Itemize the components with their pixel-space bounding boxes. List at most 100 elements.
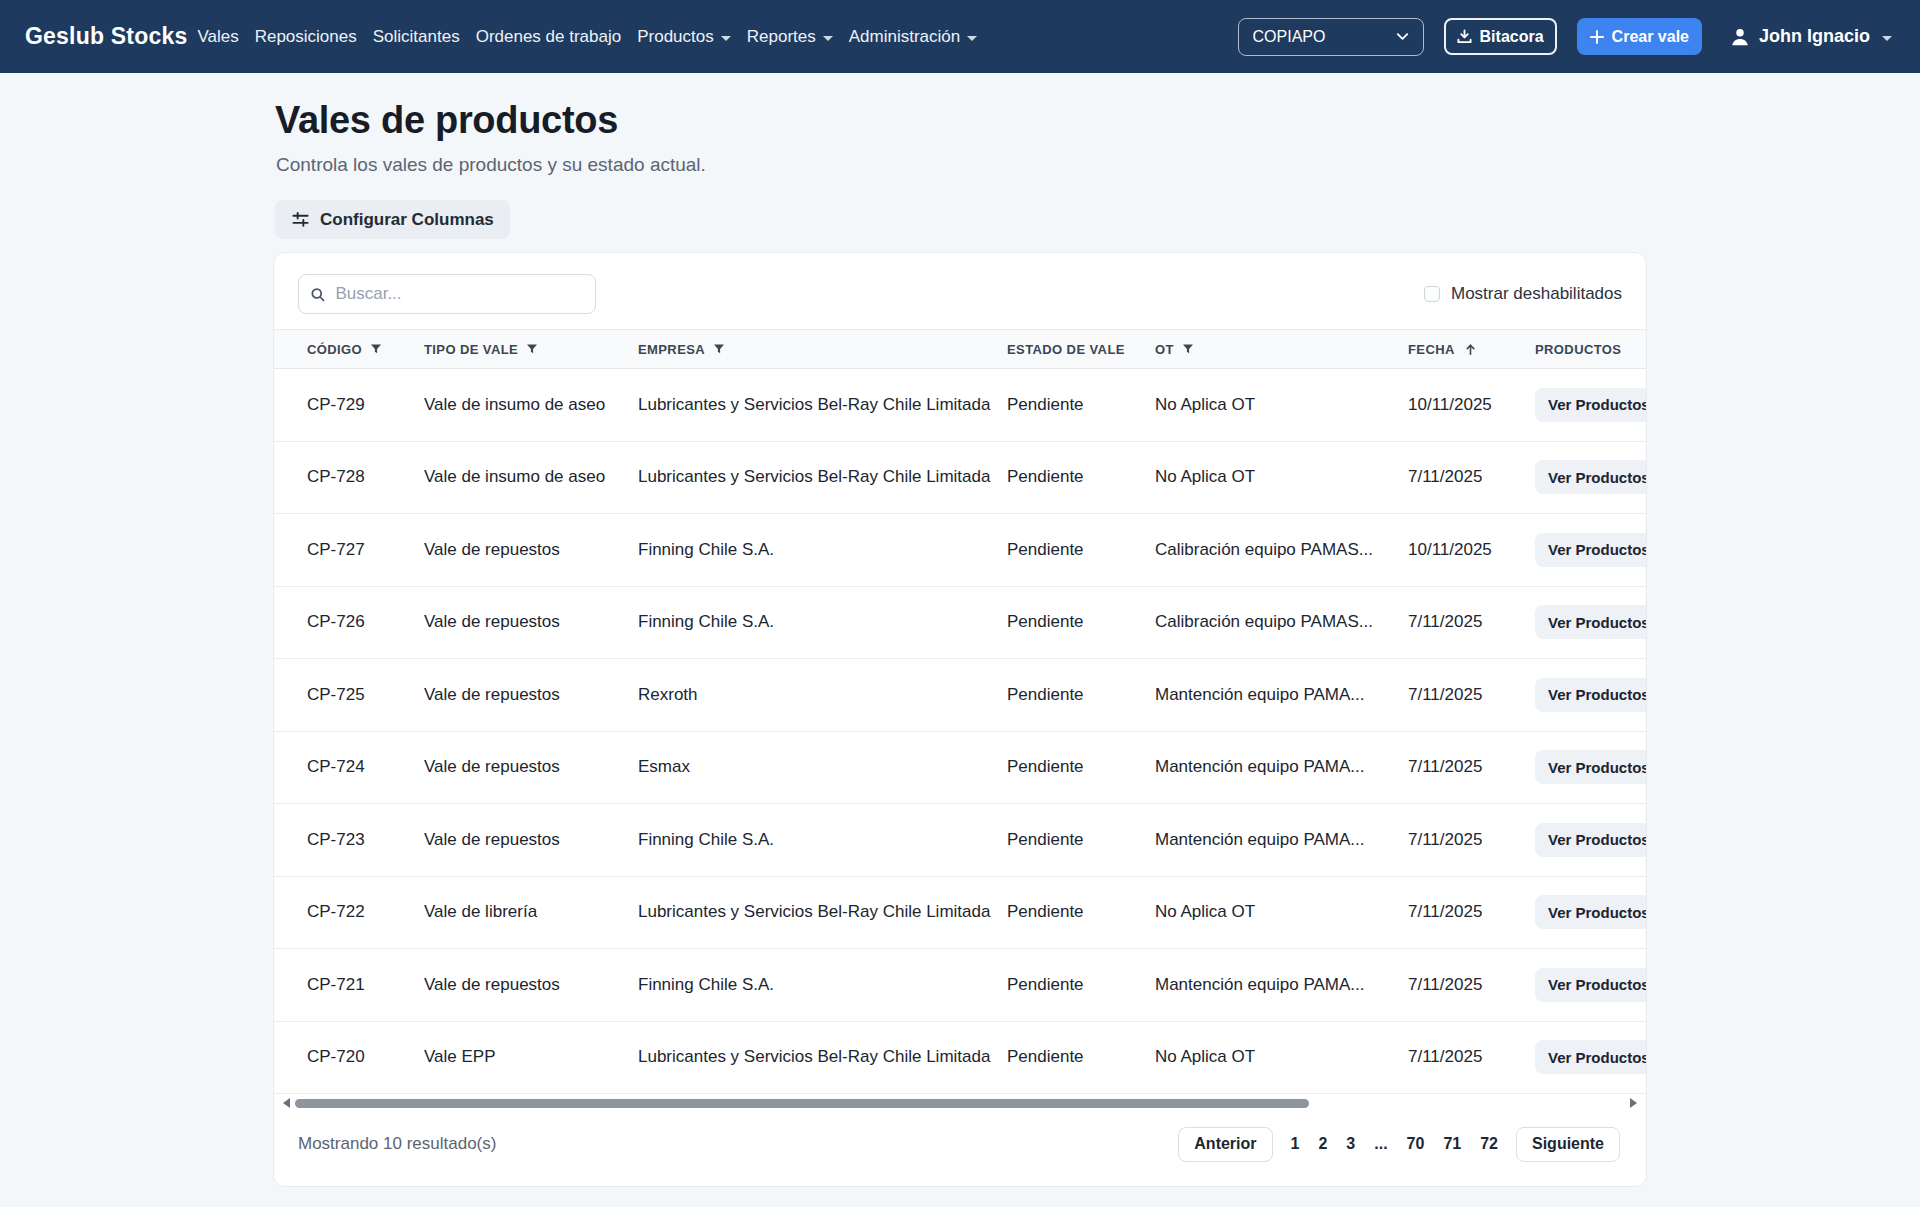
configure-columns-button[interactable]: Configurar Columnas [275, 200, 510, 239]
ver-productos-button[interactable]: Ver Productos [1535, 895, 1647, 929]
sliders-icon [291, 210, 310, 229]
nav-item[interactable]: Reportes [743, 27, 837, 47]
show-disabled-checkbox[interactable] [1424, 286, 1440, 302]
page-number[interactable]: 1 [1291, 1135, 1300, 1153]
nav-item[interactable]: Vales [193, 27, 242, 47]
table-wrap: CÓDIGO TIPO DE VALE [274, 329, 1646, 1094]
cell-tipo-de-vale: Vale de repuestos [412, 804, 626, 877]
search-input[interactable] [335, 284, 584, 304]
user-menu[interactable]: John Ignacio [1730, 26, 1892, 47]
cell-tipo-de-vale: Vale de repuestos [412, 586, 626, 659]
next-page-button[interactable]: Siguiente [1516, 1127, 1620, 1162]
cell-empresa: Lubricantes y Servicios Bel-Ray Chile Li… [626, 369, 995, 442]
cell-empresa: Esmax [626, 731, 995, 804]
filter-icon[interactable] [371, 344, 381, 354]
search-box [298, 274, 596, 314]
column-header[interactable]: CÓDIGO [274, 330, 412, 369]
table-row: CP-724 Vale de repuestos Esmax Pendiente… [274, 731, 1647, 804]
page-number[interactable]: 70 [1407, 1135, 1425, 1153]
cell-estado: Pendiente [995, 586, 1143, 659]
cell-productos: Ver Productos [1523, 586, 1647, 659]
cell-fecha: 7/11/2025 [1396, 876, 1523, 949]
column-header[interactable]: EMPRESA [626, 330, 995, 369]
cell-tipo-de-vale: Vale de repuestos [412, 949, 626, 1022]
ver-productos-button[interactable]: Ver Productos [1535, 750, 1647, 784]
cell-fecha: 7/11/2025 [1396, 659, 1523, 732]
previous-page-button[interactable]: Anterior [1178, 1127, 1272, 1162]
caret-down-icon [823, 36, 833, 41]
brand-logo[interactable]: Geslub Stocks [25, 23, 187, 50]
ver-productos-button[interactable]: Ver Productos [1535, 388, 1647, 422]
cell-empresa: Finning Chile S.A. [626, 949, 995, 1022]
cell-fecha: 7/11/2025 [1396, 441, 1523, 514]
nav-item[interactable]: Solicitantes [369, 27, 464, 47]
ver-productos-button[interactable]: Ver Productos [1535, 1040, 1647, 1074]
cell-empresa: Finning Chile S.A. [626, 514, 995, 587]
table-row: CP-723 Vale de repuestos Finning Chile S… [274, 804, 1647, 877]
filter-icon[interactable] [527, 344, 537, 354]
page-title: Vales de productos [275, 99, 1647, 142]
column-header[interactable]: FECHA [1396, 330, 1523, 369]
cell-ot: Mantención equipo PAMA... [1143, 731, 1396, 804]
page-number[interactable]: 72 [1480, 1135, 1498, 1153]
cell-estado: Pendiente [995, 441, 1143, 514]
cell-ot: No Aplica OT [1143, 441, 1396, 514]
main-content: Vales de productos Controla los vales de… [273, 99, 1647, 1187]
column-header[interactable]: TIPO DE VALE [412, 330, 626, 369]
cell-codigo: CP-725 [274, 659, 412, 732]
column-header[interactable]: OT [1143, 330, 1396, 369]
cell-productos: Ver Productos [1523, 441, 1647, 514]
cell-productos: Ver Productos [1523, 804, 1647, 877]
table-row: CP-725 Vale de repuestos Rexroth Pendien… [274, 659, 1647, 732]
download-icon [1457, 29, 1472, 44]
scrollbar-track[interactable] [295, 1099, 1625, 1108]
ver-productos-button[interactable]: Ver Productos [1535, 823, 1647, 857]
cell-codigo: CP-728 [274, 441, 412, 514]
filter-icon[interactable] [1183, 344, 1193, 354]
cell-ot: Mantención equipo PAMA... [1143, 804, 1396, 877]
crear-vale-button[interactable]: Crear vale [1577, 18, 1702, 55]
column-header[interactable]: PRODUCTOS [1523, 330, 1647, 369]
scroll-left-icon[interactable] [283, 1098, 290, 1108]
column-header[interactable]: ESTADO DE VALE [995, 330, 1143, 369]
cell-ot: No Aplica OT [1143, 1021, 1396, 1094]
show-disabled-toggle: Mostrar deshabilitados [1424, 284, 1622, 304]
cell-ot: Mantención equipo PAMA... [1143, 949, 1396, 1022]
cell-codigo: CP-720 [274, 1021, 412, 1094]
ver-productos-button[interactable]: Ver Productos [1535, 533, 1647, 567]
nav-item[interactable]: Administración [845, 27, 982, 47]
ver-productos-button[interactable]: Ver Productos [1535, 968, 1647, 1002]
ver-productos-button[interactable]: Ver Productos [1535, 605, 1647, 639]
cell-fecha: 7/11/2025 [1396, 949, 1523, 1022]
search-icon [310, 286, 325, 303]
nav-item[interactable]: Ordenes de trabajo [472, 27, 626, 47]
nav-links: Vales Reposiciones Solicitantes Ordenes … [189, 27, 985, 47]
nav-item[interactable]: Productos [633, 27, 735, 47]
table-toolbar: Mostrar deshabilitados [274, 253, 1646, 314]
cell-estado: Pendiente [995, 876, 1143, 949]
scroll-right-icon[interactable] [1630, 1098, 1637, 1108]
page-number[interactable]: 3 [1346, 1135, 1355, 1153]
page-number[interactable]: ... [1374, 1135, 1387, 1153]
bitacora-button[interactable]: Bitacora [1444, 18, 1557, 55]
cell-productos: Ver Productos [1523, 659, 1647, 732]
scrollbar-thumb[interactable] [295, 1099, 1309, 1108]
sort-asc-icon[interactable] [1464, 343, 1477, 356]
caret-down-icon [1882, 36, 1892, 41]
cell-empresa: Finning Chile S.A. [626, 804, 995, 877]
cell-estado: Pendiente [995, 731, 1143, 804]
filter-icon[interactable] [714, 344, 724, 354]
table-row: CP-720 Vale EPP Lubricantes y Servicios … [274, 1021, 1647, 1094]
ver-productos-button[interactable]: Ver Productos [1535, 678, 1647, 712]
table-row: CP-721 Vale de repuestos Finning Chile S… [274, 949, 1647, 1022]
table-footer: Mostrando 10 resultado(s) Anterior 1 2 3… [274, 1109, 1646, 1179]
caret-down-icon [721, 36, 731, 41]
cell-tipo-de-vale: Vale de insumo de aseo [412, 369, 626, 442]
page-subtitle: Controla los vales de productos y su est… [276, 154, 1647, 176]
page-number[interactable]: 2 [1318, 1135, 1327, 1153]
site-select[interactable]: COPIAPO [1238, 18, 1424, 56]
nav-item[interactable]: Reposiciones [251, 27, 361, 47]
user-icon [1730, 27, 1750, 47]
ver-productos-button[interactable]: Ver Productos [1535, 460, 1647, 494]
page-number[interactable]: 71 [1443, 1135, 1461, 1153]
